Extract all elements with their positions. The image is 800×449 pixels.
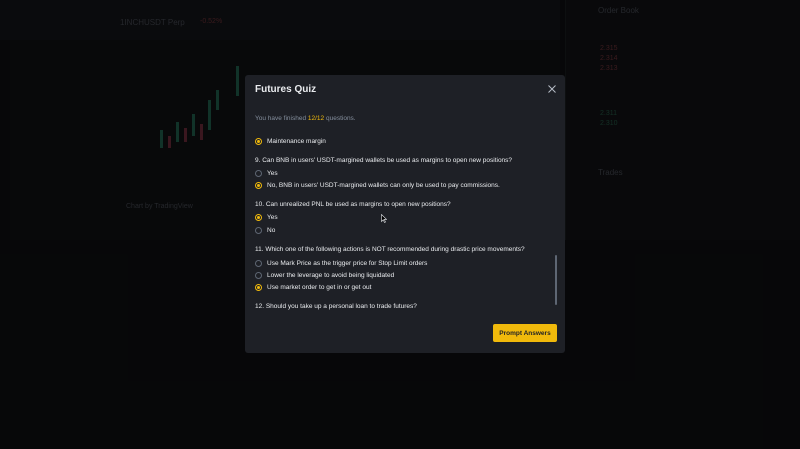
- q11-option-mark-price[interactable]: Use Mark Price as the trigger price for …: [255, 258, 427, 268]
- q10-option-yes[interactable]: Yes: [255, 212, 278, 222]
- radio-checked-icon: [255, 213, 262, 221]
- option-label: Use Mark Price as the trigger price for …: [267, 259, 428, 267]
- prompt-answers-button[interactable]: Prompt Answers: [493, 324, 557, 342]
- radio-checked-icon: [255, 181, 262, 189]
- progress-prefix: You have finished: [255, 115, 308, 122]
- quiz-progress: You have finished 12/12 questions.: [255, 115, 356, 122]
- radio-icon: [255, 259, 262, 267]
- mouse-cursor-icon: [381, 214, 387, 223]
- radio-icon: [255, 169, 262, 177]
- q9-option-no[interactable]: No, BNB in users' USDT-margined wallets …: [255, 180, 500, 190]
- q9-option-yes[interactable]: Yes: [255, 168, 278, 178]
- q11-option-market-order[interactable]: Use market order to get in or get out: [255, 282, 371, 292]
- question-12: 12. Should you take up a personal loan t…: [255, 303, 417, 310]
- progress-suffix: questions.: [324, 115, 356, 122]
- radio-checked-icon: [255, 137, 262, 145]
- modal-title: Futures Quiz: [255, 84, 317, 95]
- question-9: 9. Can BNB in users' USDT-margined walle…: [255, 157, 513, 164]
- question-10: 10. Can unrealized PNL be used as margin…: [255, 201, 451, 208]
- close-icon[interactable]: [547, 84, 557, 94]
- radio-icon: [255, 226, 262, 234]
- scrollbar-thumb[interactable]: [555, 255, 557, 305]
- q11-option-lower-leverage[interactable]: Lower the leverage to avoid being liquid…: [255, 270, 394, 280]
- question-11: 11. Which one of the following actions i…: [255, 246, 525, 253]
- radio-checked-icon: [255, 283, 262, 291]
- option-label: No, BNB in users' USDT-margined wallets …: [267, 181, 500, 189]
- progress-count: 12/12: [307, 115, 325, 122]
- q10-option-no[interactable]: No: [255, 225, 275, 235]
- futures-quiz-modal: Futures Quiz You have finished 12/12 que…: [245, 75, 565, 353]
- option-label: Lower the leverage to avoid being liquid…: [267, 271, 395, 279]
- option-label: Use market order to get in or get out: [267, 283, 372, 291]
- option-label: No: [267, 226, 276, 234]
- radio-icon: [255, 271, 262, 279]
- quiz-scroll-area[interactable]: Maintenance margin 9. Can BNB in users' …: [255, 133, 555, 311]
- option-label: Maintenance margin: [267, 137, 326, 145]
- q8-option-maintenance-margin[interactable]: Maintenance margin: [255, 136, 326, 146]
- option-label: Yes: [267, 213, 278, 221]
- option-label: Yes: [267, 169, 278, 177]
